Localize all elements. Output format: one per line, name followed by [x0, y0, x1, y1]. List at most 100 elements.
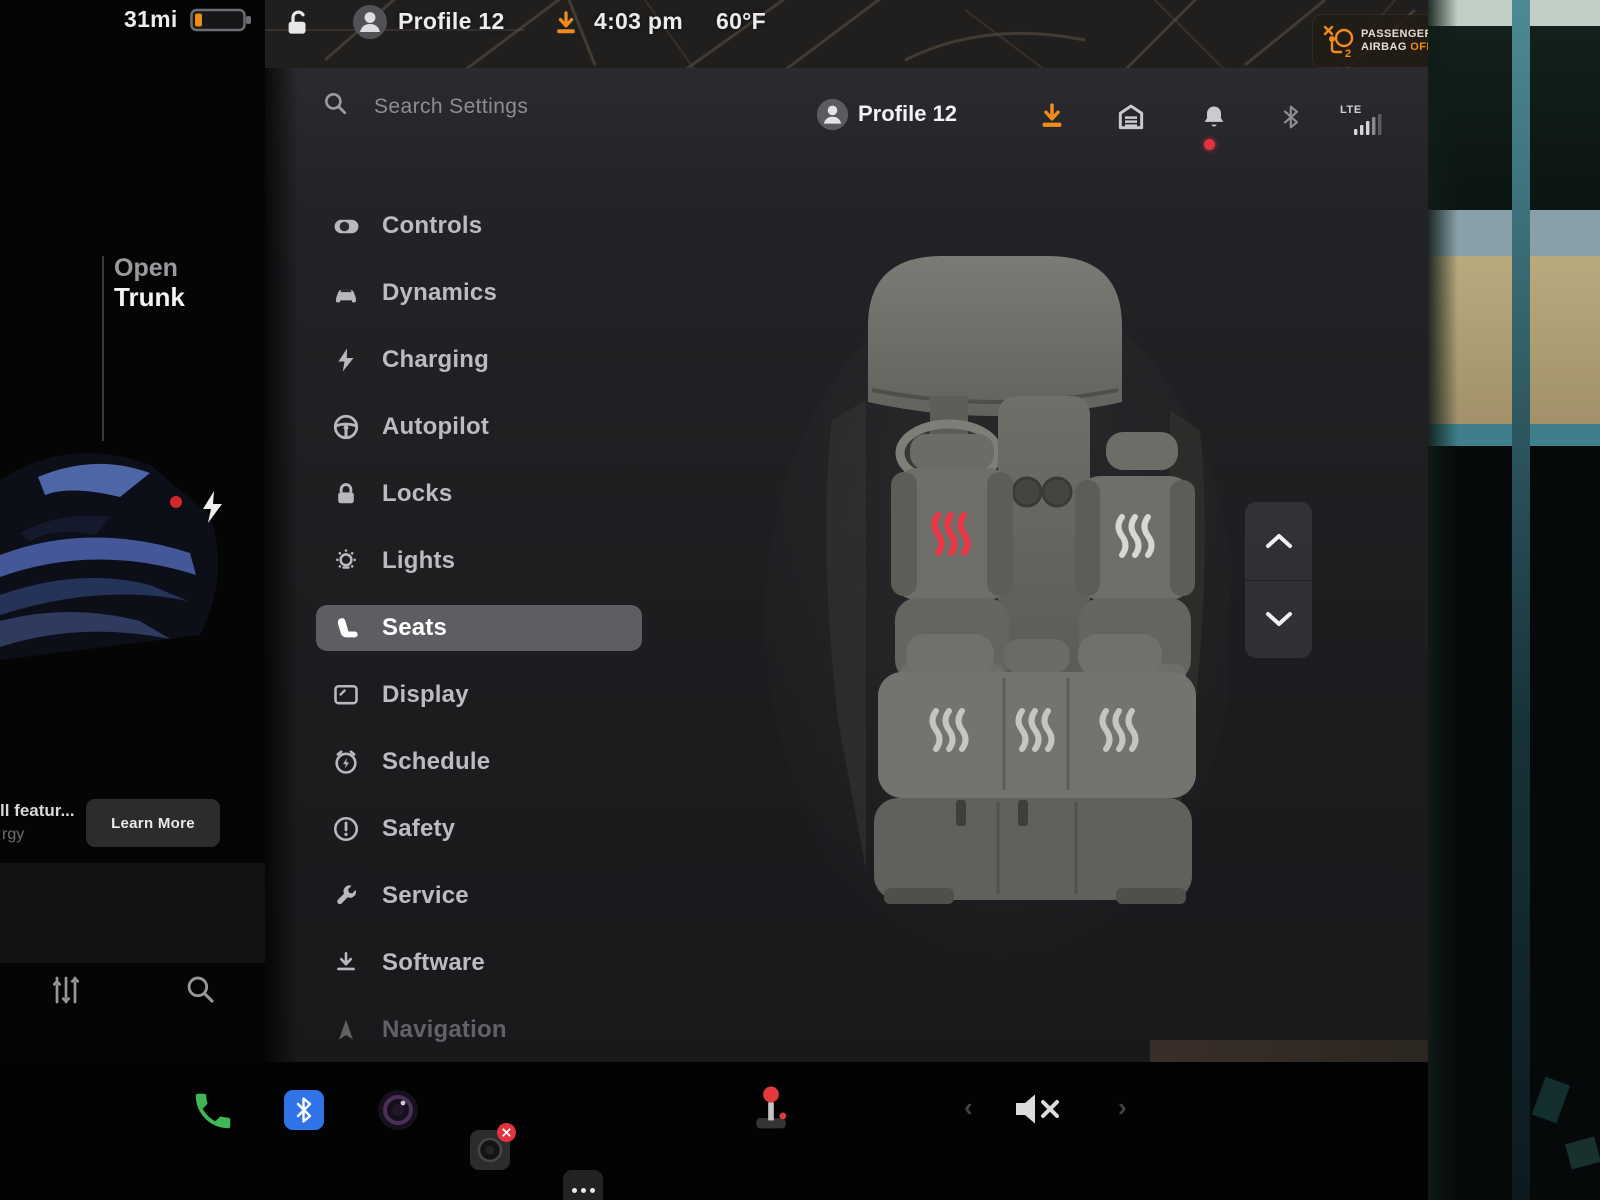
settings-sidebar: Controls Dynamics Charging Autopilot Loc… [316, 203, 642, 1074]
cupholder [1013, 478, 1041, 506]
car-icon [331, 278, 361, 308]
audio-settings-icon[interactable] [48, 972, 84, 1008]
sidebar-item-label: Locks [382, 480, 452, 508]
sidebar-item-seats[interactable]: Seats [316, 605, 642, 651]
joystick-icon[interactable] [748, 1082, 794, 1134]
cluster-truncated-text2: rgy [2, 826, 24, 844]
sidebar-item-schedule[interactable]: Schedule [316, 739, 642, 785]
volume-muted-icon[interactable] [1012, 1090, 1064, 1128]
schedule-icon [331, 747, 361, 777]
cabin-seat-visualization [760, 240, 1230, 1020]
sidebar-item-label: Lights [382, 547, 455, 575]
open-trunk-control[interactable]: Open Trunk [114, 254, 185, 312]
lightbulb-icon [331, 546, 361, 576]
sidebar-item-dynamics[interactable]: Dynamics [316, 270, 642, 316]
screen-bottom-edge [1150, 1040, 1435, 1062]
cluster-divider [102, 256, 104, 441]
wrench-icon [331, 881, 361, 911]
sidebar-item-label: Software [382, 949, 485, 977]
sidebar-item-label: Dynamics [382, 279, 497, 307]
cluster-truncated-text: ll featur... [0, 801, 80, 821]
media-previous-button[interactable]: ‹ [964, 1092, 973, 1123]
sidebar-item-autopilot[interactable]: Autopilot [316, 404, 642, 450]
sidebar-item-label: Display [382, 681, 469, 709]
media-search-icon[interactable] [183, 972, 217, 1006]
trunk-label: Trunk [114, 282, 185, 312]
scroll-up-button[interactable] [1245, 502, 1312, 580]
sidebar-item-charging[interactable]: Charging [316, 337, 642, 383]
media-next-button[interactable]: › [1118, 1092, 1127, 1123]
app-drawer-icon[interactable] [563, 1170, 603, 1200]
phone-icon[interactable] [190, 1088, 236, 1134]
notification-dot [1204, 139, 1215, 150]
airbag-seat-number: 2 [1345, 48, 1351, 59]
outside-temperature[interactable]: 60°F [716, 8, 766, 35]
rear-bench [874, 634, 1196, 904]
rear-cushion [874, 798, 1192, 900]
charge-port-indicator [170, 496, 182, 508]
sidebar-item-software[interactable]: Software [316, 940, 642, 986]
scroll-down-button[interactable] [1245, 581, 1312, 659]
airbag-line1: PASSENGER [1361, 28, 1433, 41]
signal-strength-icon [1352, 112, 1386, 138]
airbag-icon: 2 [1321, 23, 1355, 59]
bluetooth-icon[interactable] [1278, 103, 1304, 131]
open-label: Open [114, 254, 185, 282]
search-settings-input[interactable]: Search Settings [374, 95, 528, 119]
display-icon [331, 680, 361, 710]
chevron-down-icon [1265, 611, 1293, 627]
sidebar-item-lights[interactable]: Lights [316, 538, 642, 584]
sidebar-item-label: Service [382, 882, 469, 910]
search-icon [322, 90, 348, 116]
battery-icon [190, 8, 252, 32]
dashcam-alert-badge [497, 1123, 516, 1142]
sidebar-item-controls[interactable]: Controls [316, 203, 642, 249]
passenger-airbag-badge: 2 PASSENGER AIRBAG OFF [1313, 15, 1447, 67]
toggle-icon [331, 211, 361, 241]
notifications-bell-icon[interactable] [1200, 103, 1228, 131]
rear-headrest-center [1004, 639, 1070, 673]
software-download-icon [331, 948, 361, 978]
clock: 4:03 pm [594, 8, 683, 35]
alert-icon [331, 814, 361, 844]
download-icon[interactable] [552, 10, 580, 38]
unlocked-icon[interactable] [283, 8, 313, 38]
vehicle-render [0, 425, 240, 670]
cabin-environment [1428, 0, 1600, 1200]
tesla-touchscreen: 31mi Profile 12 4:03 pm 60°F 2 PASSE [0, 0, 1600, 1200]
lock-icon [331, 479, 361, 509]
seat-view-scroll [1245, 502, 1312, 658]
steering-wheel-icon [331, 412, 361, 442]
garage-homelink-icon[interactable] [1115, 101, 1147, 133]
sidebar-item-service[interactable]: Service [316, 873, 642, 919]
battery-range: 31mi [124, 6, 178, 33]
rear-headrest-right [1078, 634, 1162, 676]
navigation-icon [331, 1015, 361, 1045]
seat-icon [331, 613, 361, 643]
dashcam-app-icon[interactable] [470, 1130, 510, 1170]
dashboard [868, 256, 1122, 416]
sidebar-item-label: Safety [382, 815, 455, 843]
lightning-icon [331, 345, 361, 375]
software-update-icon[interactable] [1037, 102, 1067, 132]
cupholder [1043, 478, 1071, 506]
sidebar-item-locks[interactable]: Locks [316, 471, 642, 517]
sidebar-item-label: Seats [382, 614, 447, 642]
sidebar-item-label: Navigation [382, 1016, 507, 1044]
sidebar-item-navigation[interactable]: Navigation [316, 1007, 642, 1053]
sidebar-item-label: Controls [382, 212, 482, 240]
status-profile-label[interactable]: Profile 12 [398, 8, 505, 35]
learn-more-button[interactable]: Learn More [86, 799, 220, 847]
sidebar-item-label: Charging [382, 346, 489, 374]
camera-app-icon[interactable] [378, 1090, 418, 1130]
header-avatar-icon[interactable] [816, 98, 849, 131]
header-profile-label[interactable]: Profile 12 [858, 101, 957, 127]
sidebar-item-label: Schedule [382, 748, 490, 776]
rear-headrest-left [906, 634, 994, 676]
bluetooth-app-icon[interactable] [284, 1090, 324, 1130]
panel-left-shadow [265, 68, 299, 1062]
airbag-line2: AIRBAG [1361, 41, 1407, 53]
profile-avatar-icon[interactable] [352, 4, 388, 40]
sidebar-item-safety[interactable]: Safety [316, 806, 642, 852]
sidebar-item-display[interactable]: Display [316, 672, 642, 718]
